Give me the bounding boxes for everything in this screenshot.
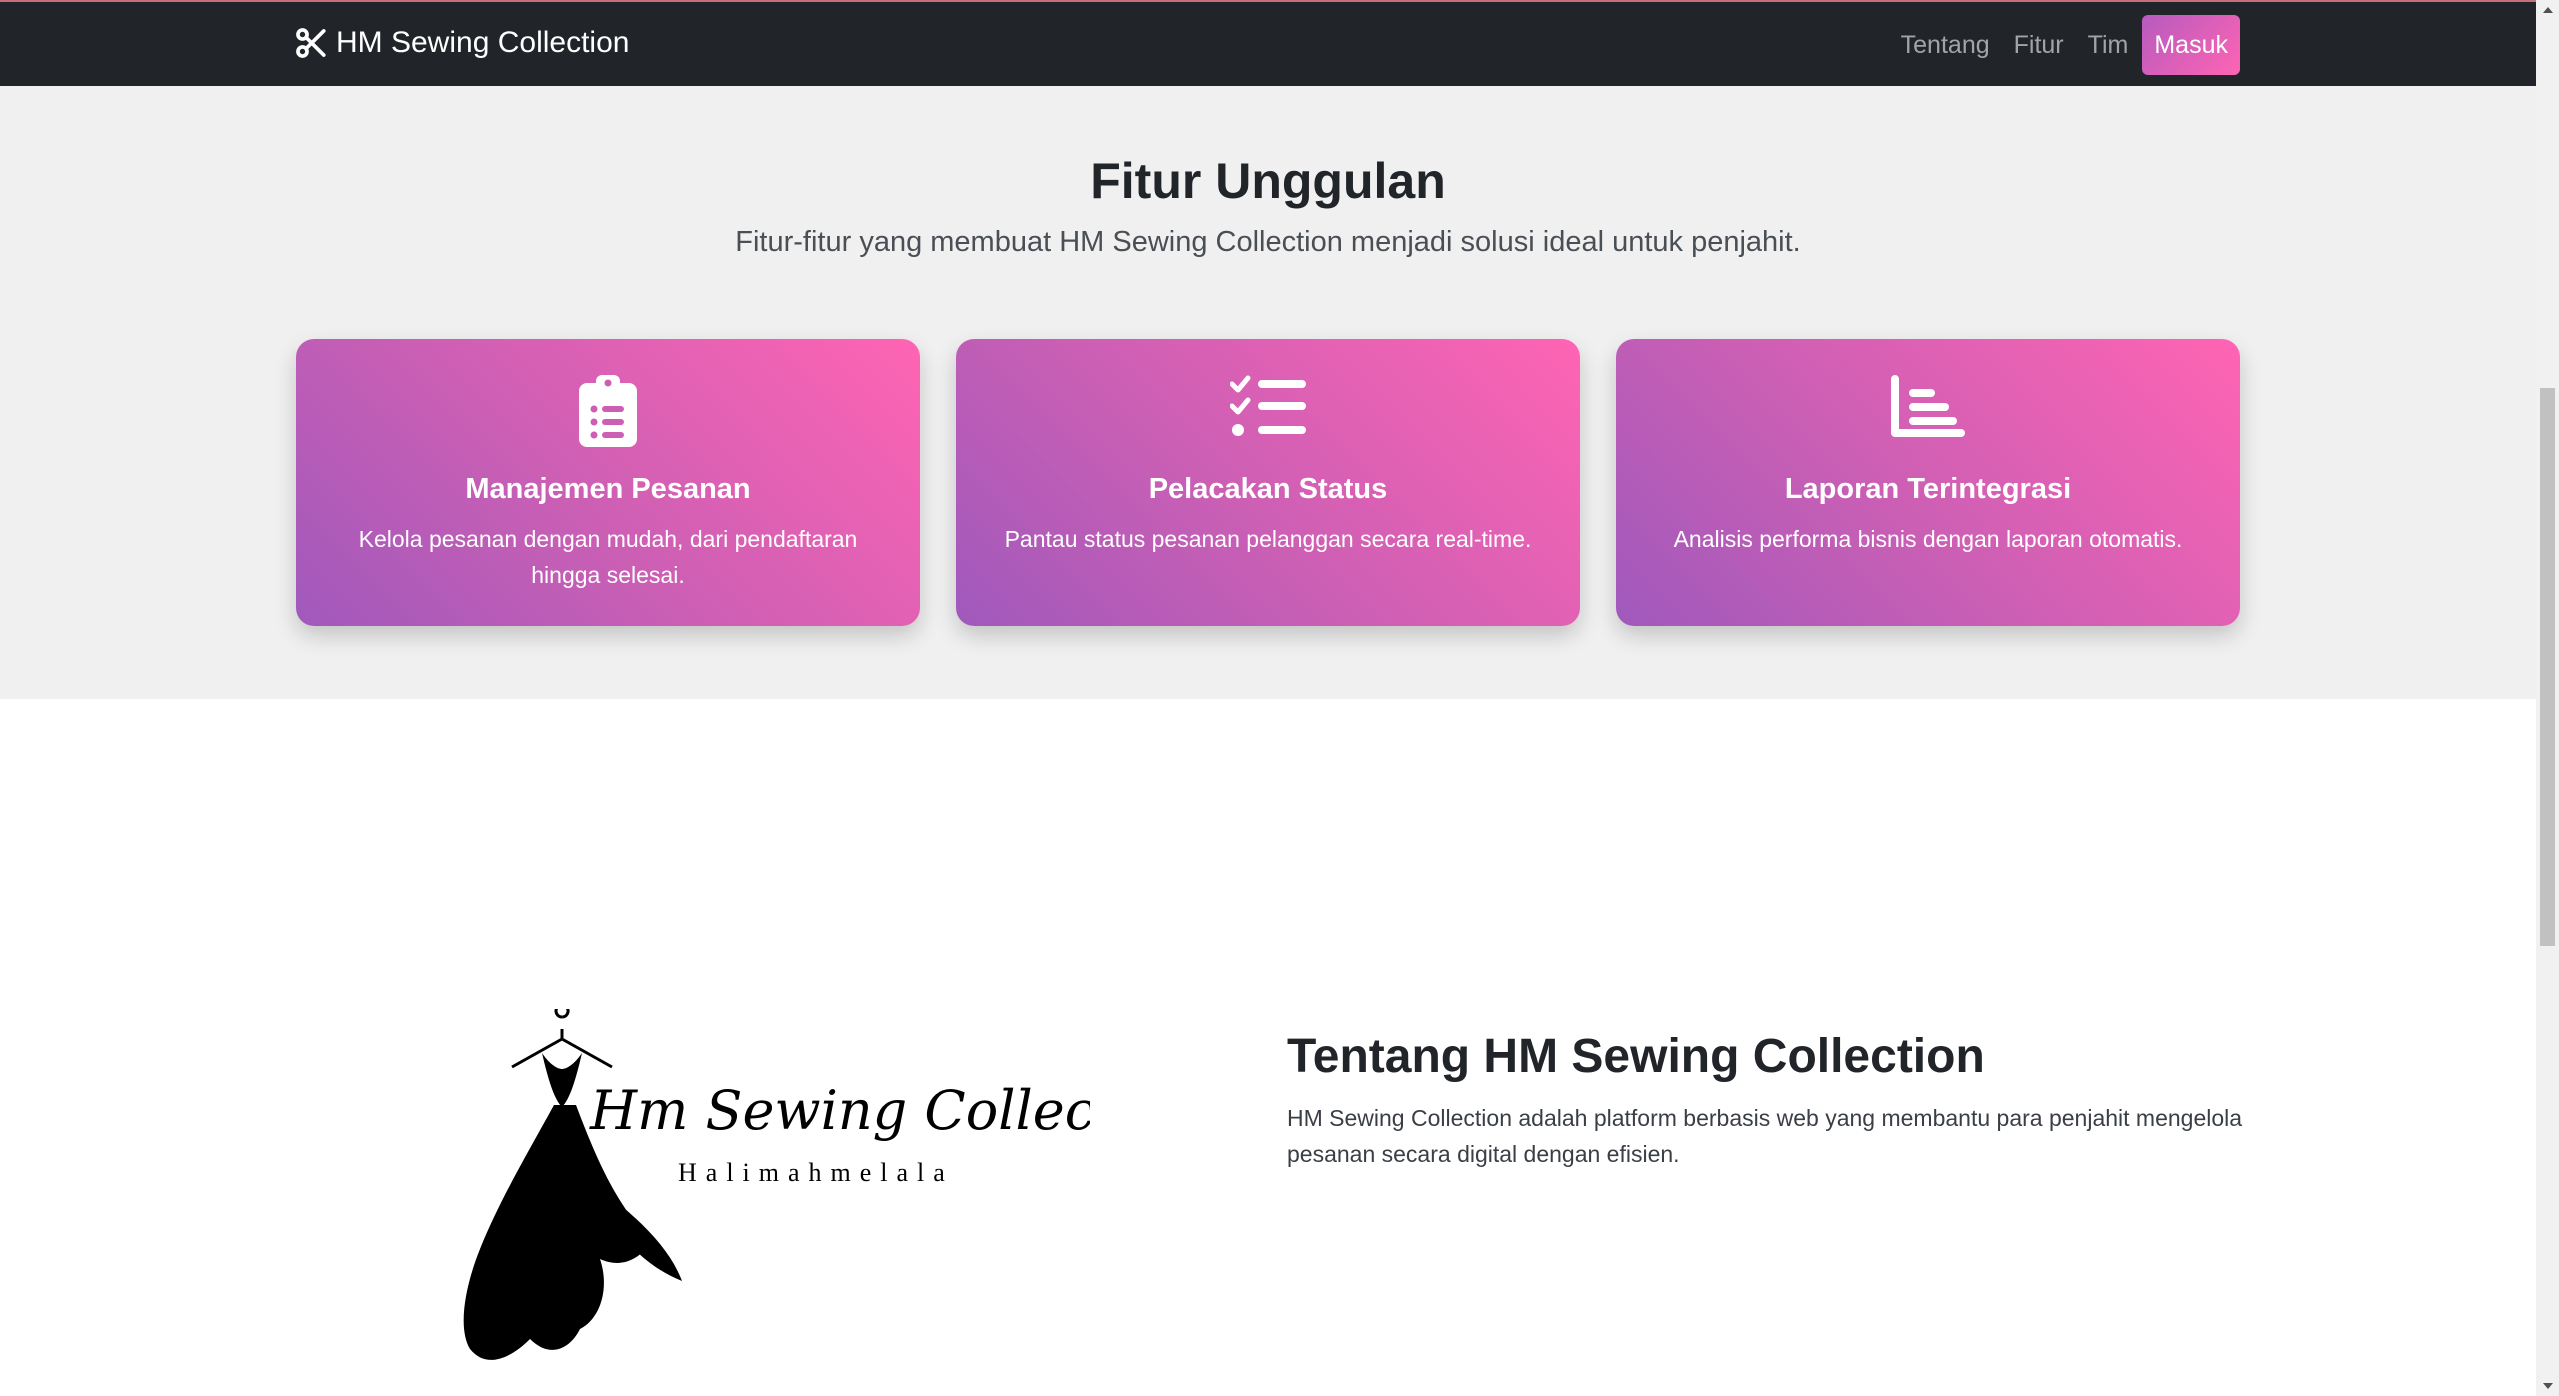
login-button[interactable]: Masuk [2142,15,2240,75]
feature-card-status-tracking: Pelacakan Status Pantau status pesanan p… [956,339,1580,626]
about-text: HM Sewing Collection adalah platform ber… [1287,1105,2243,1167]
clipboard-list-icon [296,375,920,447]
feature-card-title: Laporan Terintegrasi [1784,473,2072,505]
feature-card-order-management: Manajemen Pesanan Kelola pesanan dengan … [296,339,920,626]
features-section: Fitur Unggulan Fitur-fitur yang membuat … [0,86,2536,699]
nav-links: Tentang Fitur Tim Masuk [1889,15,2240,75]
scroll-up-arrow-icon[interactable] [2536,0,2559,20]
nav-link-tentang[interactable]: Tentang [1889,15,2002,75]
features-title: Fitur Unggulan [1090,153,1446,209]
nav-link-fitur[interactable]: Fitur [2002,15,2076,75]
vertical-scrollbar[interactable] [2536,0,2559,1396]
brand-logo-image: Hm Sewing Collection Halimahmelala [450,1003,1201,1389]
features-subtitle: Fitur-fitur yang membuat HM Sewing Colle… [735,226,1801,258]
scroll-down-arrow-icon[interactable] [2536,1376,2559,1396]
logo-tagline: Halimahmelala [678,1158,954,1187]
scrollbar-thumb[interactable] [2540,388,2555,946]
chart-bar-icon [1616,375,2240,447]
brand-name: HM Sewing Collection [336,26,630,59]
feature-card-text: Analisis performa bisnis dengan laporan … [1673,526,2183,552]
about-section: Hm Sewing Collection Halimahmelala Tenta… [0,699,2536,1396]
about-title: Tentang HM Sewing Collection [1287,1030,1985,1083]
feature-card-title: Pelacakan Status [1148,473,1388,505]
scissors-icon [294,26,328,60]
page: HM Sewing Collection Tentang Fitur Tim M… [0,0,2559,1396]
feature-card-integrated-reports: Laporan Terintegrasi Analisis performa b… [1616,339,2240,626]
page-content: HM Sewing Collection Tentang Fitur Tim M… [0,0,2536,1396]
brand-link[interactable]: HM Sewing Collection [294,26,629,60]
nav-link-tim[interactable]: Tim [2076,15,2141,75]
feature-card-text: Kelola pesanan dengan mudah, dari pendaf… [358,526,858,588]
list-check-icon [956,375,1580,447]
feature-card-text: Pantau status pesanan pelanggan secara r… [1004,526,1532,552]
navbar: HM Sewing Collection Tentang Fitur Tim M… [0,0,2536,86]
feature-card-title: Manajemen Pesanan [465,473,751,505]
logo-script-text: Hm Sewing Collection [589,1079,1090,1142]
